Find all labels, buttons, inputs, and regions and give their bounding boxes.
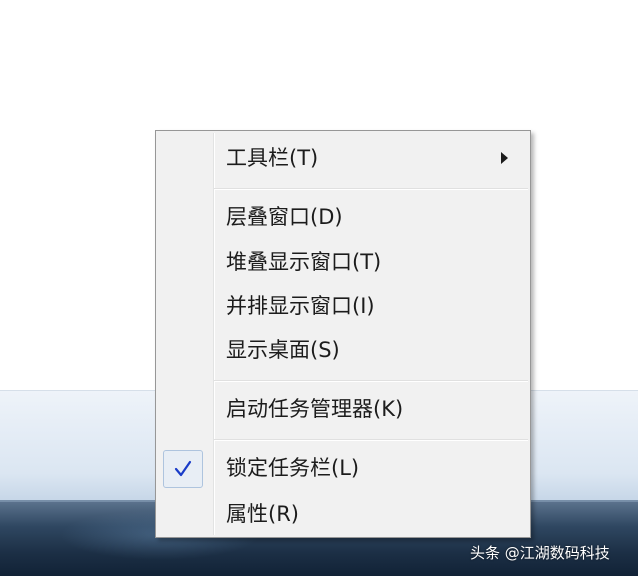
menu-item-stack-windows[interactable]: 堆叠显示窗口(T) [158,243,528,281]
menu-item-lock-taskbar[interactable]: 锁定任务栏(L) [158,449,528,488]
watermark-text: 头条 @江湖数码科技 [470,544,610,562]
menu-item-side-by-side-windows[interactable]: 并排显示窗口(I) [158,287,528,325]
menu-separator [214,439,528,441]
menu-item-toolbars[interactable]: 工具栏(T) [158,139,528,177]
menu-item-show-desktop[interactable]: 显示桌面(S) [158,331,528,369]
menu-item-task-manager[interactable]: 启动任务管理器(K) [158,390,528,428]
menu-item-label: 层叠窗口(D) [226,205,343,229]
menu-item-label: 工具栏(T) [226,146,319,170]
menu-item-label: 堆叠显示窗口(T) [226,250,382,274]
submenu-arrow-icon [501,152,508,164]
taskbar-context-menu: 工具栏(T) 层叠窗口(D) 堆叠显示窗口(T) 并排显示窗口(I) 显示桌面(… [155,130,531,538]
menu-item-cascade-windows[interactable]: 层叠窗口(D) [158,198,528,236]
menu-item-properties[interactable]: 属性(R) [158,495,528,533]
menu-item-label: 启动任务管理器(K) [226,397,404,421]
checkmark-icon [163,450,203,488]
menu-separator [214,188,528,190]
menu-item-label: 属性(R) [226,502,299,526]
menu-separator [214,380,528,382]
menu-item-label: 显示桌面(S) [226,338,340,362]
menu-item-label: 并排显示窗口(I) [226,294,375,318]
menu-item-label: 锁定任务栏(L) [226,456,360,480]
